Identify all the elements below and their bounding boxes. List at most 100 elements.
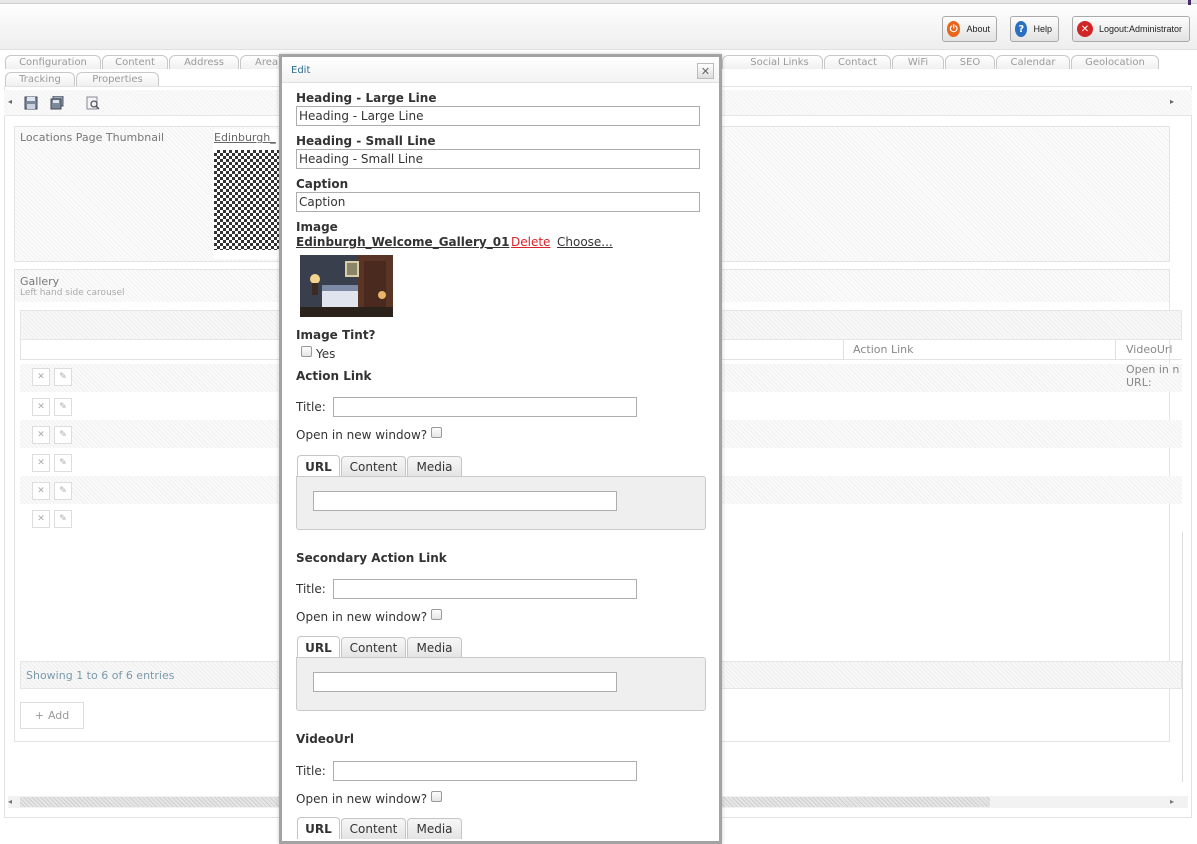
dialog-title-bar[interactable]: Edit ✕ [282,57,719,83]
row-actions: ✕ ✎ [32,454,76,472]
action-link-heading: Action Link [296,369,372,383]
tab-wifi[interactable]: WiFi [892,55,944,69]
row-actions: ✕ ✎ [32,368,76,386]
video-url-new-window-checkbox[interactable] [431,791,442,802]
delete-icon[interactable]: ✕ [32,426,50,444]
help-icon: ? [1015,21,1028,37]
scroll-right-arrow-icon[interactable]: ▸ [1170,797,1174,806]
video-url-title-input[interactable] [333,761,637,781]
secondary-action-link-new-window-checkbox[interactable] [431,609,442,620]
column-header-action-link[interactable]: Action Link [853,343,913,356]
edit-icon[interactable]: ✎ [54,426,72,444]
action-link-url-panel [296,476,706,530]
add-button[interactable]: + Add [20,702,84,729]
delete-icon[interactable]: ✕ [32,482,50,500]
edit-dialog: Edit ✕ Heading - Large Line Heading - La… [279,54,722,844]
action-link-title-label: Title: [296,400,326,414]
dialog-close-button[interactable]: ✕ [697,63,714,79]
secondary-action-link-url-panel [296,657,706,711]
scroll-right-icon[interactable]: ▸ [1170,97,1174,106]
row-actions: ✕ ✎ [32,398,76,416]
close-icon: ✕ [700,64,711,78]
secondary-action-link-tab-content[interactable]: Content [341,637,406,658]
gallery-title: Gallery [20,275,60,288]
video-url-new-window-label: Open in new window? [296,792,428,806]
image-thumbnail [300,255,393,317]
help-label: Help [1033,24,1052,34]
edit-icon[interactable]: ✎ [54,454,72,472]
edit-icon[interactable]: ✎ [54,368,72,386]
scroll-left-icon[interactable]: ◂ [8,97,12,106]
image-delete-link[interactable]: Delete [511,235,550,249]
edit-icon[interactable]: ✎ [54,398,72,416]
heading-small-input[interactable]: Heading - Small Line [296,149,700,169]
secondary-action-link-url-input[interactable] [313,672,617,692]
image-file-link[interactable]: Edinburgh_Welcome_Gallery_01 [296,235,509,249]
help-button[interactable]: ? Help [1010,16,1059,42]
secondary-action-link-tab-url[interactable]: URL [297,636,340,658]
heading-small-label: Heading - Small Line [296,134,436,148]
save-all-icon[interactable] [50,96,64,110]
edit-icon[interactable]: ✎ [54,482,72,500]
top-bar: ⏻ About ? Help ✕ Logout:Administrator [0,0,1197,50]
caption-input[interactable]: Caption [296,192,700,212]
secondary-action-link-title-input[interactable] [333,579,637,599]
action-link-new-window-checkbox[interactable] [431,427,442,438]
action-link-tab-media[interactable]: Media [407,456,462,477]
logout-label: Logout:Administrator [1099,24,1183,34]
action-link-tab-content[interactable]: Content [341,456,406,477]
tab-contact[interactable]: Contact [824,55,891,69]
scroll-left-arrow-icon[interactable]: ◂ [8,797,12,806]
tab-content[interactable]: Content [102,55,168,69]
column-divider [1115,340,1116,360]
secondary-action-link-tab-media[interactable]: Media [407,637,462,658]
edit-icon[interactable]: ✎ [54,510,72,528]
thumbnail-label: Locations Page Thumbnail [20,131,165,144]
tab-seo[interactable]: SEO [945,55,995,69]
tab-area[interactable]: Area [240,55,282,69]
action-link-url-input[interactable] [313,491,617,511]
row-video-url-label: URL: [1126,376,1152,389]
thumbnail-file-link[interactable]: Edinburgh_ [214,131,276,144]
preview-icon[interactable] [86,96,100,110]
heading-large-label: Heading - Large Line [296,91,437,105]
save-icon[interactable] [24,96,38,110]
window-corner-mark [1188,0,1191,5]
image-tint-checkbox[interactable] [301,346,312,357]
logout-button[interactable]: ✕ Logout:Administrator [1072,16,1190,42]
column-header-video-url[interactable]: VideoUrl [1126,343,1172,356]
tab-address[interactable]: Address [169,55,239,69]
delete-icon[interactable]: ✕ [32,454,50,472]
tab-configuration[interactable]: Configuration [5,55,101,69]
row-actions: ✕ ✎ [32,510,76,528]
close-icon: ✕ [1077,21,1093,37]
tab-social-links[interactable]: Social Links [722,55,823,69]
tab-geolocation[interactable]: Geolocation [1071,55,1159,69]
about-label: About [966,24,990,34]
secondary-action-link-heading: Secondary Action Link [296,551,447,565]
action-link-new-window-label: Open in new window? [296,428,428,442]
thumbnail-image [214,150,280,250]
image-tint-label: Image Tint? [296,328,376,342]
action-link-title-input[interactable] [333,397,637,417]
image-tint-yes-label: Yes [316,347,336,361]
delete-icon[interactable]: ✕ [32,510,50,528]
tab-calendar[interactable]: Calendar [996,55,1070,69]
image-choose-link[interactable]: Choose... [557,235,613,249]
row-actions: ✕ ✎ [32,426,76,444]
tab-properties[interactable]: Properties [76,72,159,86]
delete-icon[interactable]: ✕ [32,398,50,416]
about-button[interactable]: ⏻ About [942,16,997,42]
delete-icon[interactable]: ✕ [32,368,50,386]
image-label: Image [296,220,338,234]
power-icon: ⏻ [947,21,961,37]
heading-large-input[interactable]: Heading - Large Line [296,106,700,126]
row-actions: ✕ ✎ [32,482,76,500]
video-url-title-label: Title: [296,764,326,778]
gallery-subtitle: Left hand side carousel [20,288,125,298]
tab-tracking[interactable]: Tracking [5,72,75,86]
dialog-title: Edit [291,65,311,76]
action-link-tab-url[interactable]: URL [297,455,340,477]
plus-icon: + [34,709,44,722]
showing-entries: Showing 1 to 6 of 6 entries [26,669,175,682]
